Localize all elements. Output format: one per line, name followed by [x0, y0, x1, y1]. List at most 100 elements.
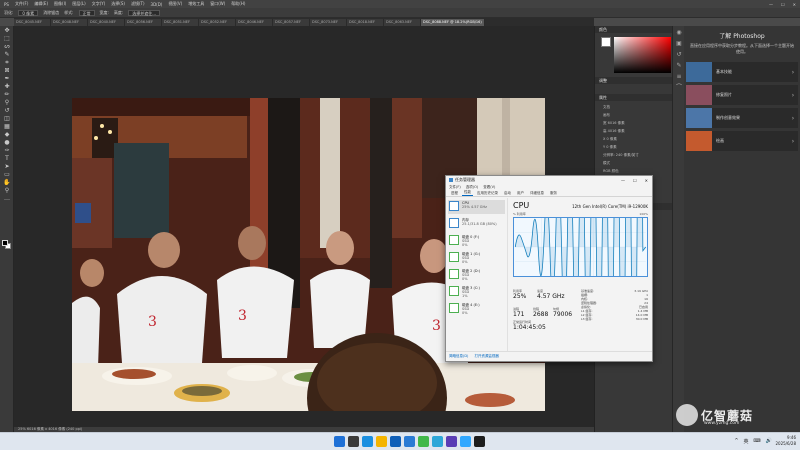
- taskbar-app-icon[interactable]: [474, 436, 485, 447]
- document-tab[interactable]: DSC_8040.NEF: [88, 19, 125, 26]
- tm-menu-item[interactable]: 选项(O): [466, 185, 479, 190]
- taskbar-app-icon[interactable]: [348, 436, 359, 447]
- gradient-tool-icon[interactable]: ▦: [2, 123, 12, 130]
- taskbar-app-icon[interactable]: [362, 436, 373, 447]
- ps-menu-item[interactable]: 滤镜(T): [131, 1, 145, 7]
- document-tab[interactable]: DSC_8048.NEF: [51, 19, 88, 26]
- document-tab[interactable]: DSC_8018.NEF: [347, 19, 384, 26]
- tm-menu-item[interactable]: 查看(V): [483, 185, 495, 190]
- tm-window-control[interactable]: ✕: [645, 178, 648, 183]
- history-icon[interactable]: ↺: [675, 51, 683, 59]
- option-item[interactable]: 高度:: [114, 10, 123, 16]
- quick-select-tool-icon[interactable]: ✎: [2, 51, 12, 58]
- learn-topic-card[interactable]: 修复照片 ›: [686, 85, 798, 105]
- window-control-button[interactable]: ☐: [781, 2, 785, 7]
- foreground-color-swatch[interactable]: [2, 240, 8, 246]
- option-item[interactable]: 宽度:: [100, 10, 109, 16]
- tm-tab[interactable]: 启动: [502, 191, 513, 196]
- document-tab[interactable]: DSC_8088.NEF @ 18.2%(RGB/16): [421, 19, 485, 26]
- tray-icon[interactable]: ^: [734, 438, 738, 445]
- document-tab[interactable]: DSC_8063.NEF: [384, 19, 421, 26]
- learn-topic-card[interactable]: 制作创意效果 ›: [686, 108, 798, 128]
- window-control-button[interactable]: ✕: [793, 2, 796, 7]
- option-item[interactable]: 羽化:: [4, 10, 13, 16]
- document-tab[interactable]: DSC_8045.NEF: [14, 19, 51, 26]
- lasso-tool-icon[interactable]: ᔕ: [2, 43, 12, 50]
- type-tool-icon[interactable]: T: [2, 155, 12, 162]
- dodge-tool-icon[interactable]: ●: [2, 139, 12, 146]
- tm-fewer-details-link[interactable]: 简略信息(D): [449, 354, 468, 359]
- blur-tool-icon[interactable]: ◆: [2, 131, 12, 138]
- tm-resource-item[interactable]: 磁盘 4 (E:) SSD 0%: [448, 302, 505, 316]
- tray-icon[interactable]: 🔊: [766, 438, 772, 445]
- document-tab[interactable]: DSC_8057.NEF: [273, 19, 310, 26]
- taskbar-app-icon[interactable]: [460, 436, 471, 447]
- ps-menu-item[interactable]: 图像(I): [54, 1, 66, 7]
- color-field[interactable]: [614, 37, 671, 73]
- ps-menu-item[interactable]: 文字(Y): [92, 1, 106, 7]
- clone-stamp-icon[interactable]: ⚲: [2, 99, 12, 106]
- eraser-tool-icon[interactable]: ◫: [2, 115, 12, 122]
- tm-tab[interactable]: 性能: [462, 190, 473, 196]
- taskbar-app-icon[interactable]: [376, 436, 387, 447]
- adjust-panel-title[interactable]: 调整: [595, 77, 684, 84]
- marquee-tool-icon[interactable]: ⬚: [2, 35, 12, 42]
- channels-icon[interactable]: ≡: [675, 73, 683, 81]
- tm-resource-item[interactable]: 内存 25.1/31.8 GB (80%): [448, 217, 505, 231]
- tray-icon[interactable]: ⌨: [754, 438, 761, 445]
- paths-icon[interactable]: ⌒: [675, 84, 683, 92]
- ps-menu-item[interactable]: 3D(D): [151, 2, 163, 7]
- document-tab[interactable]: DSC_8056.NEF: [125, 19, 162, 26]
- move-tool-icon[interactable]: ✥: [2, 27, 12, 34]
- option-item[interactable]: 消除锯齿: [43, 10, 59, 16]
- option-item[interactable]: 0 像素: [18, 9, 39, 16]
- fg-bg-mini-swatch[interactable]: [601, 37, 611, 47]
- taskbar-app-icon[interactable]: [432, 436, 443, 447]
- learn-topic-card[interactable]: 基本技能 ›: [686, 62, 798, 82]
- ps-menu-item[interactable]: 图层(L): [72, 1, 85, 7]
- path-select-icon[interactable]: ➤: [2, 163, 12, 170]
- document-tab[interactable]: DSC_8051.NEF: [162, 19, 199, 26]
- history-brush-icon[interactable]: ↺: [2, 107, 12, 114]
- zoom-tool-icon[interactable]: ⚲: [2, 187, 12, 194]
- tray-icon[interactable]: 英: [744, 438, 749, 445]
- crop-tool-icon[interactable]: ⌗: [2, 59, 12, 66]
- ps-menu-item[interactable]: 窗口(W): [210, 1, 225, 7]
- tm-tab[interactable]: 服务: [548, 191, 559, 196]
- pen-tool-icon[interactable]: ✑: [2, 147, 12, 154]
- brush-settings-icon[interactable]: ✎: [675, 62, 683, 70]
- brush-tool-icon[interactable]: ✏: [2, 91, 12, 98]
- tm-tab[interactable]: 进程: [449, 191, 460, 196]
- ps-menu-item[interactable]: 编辑(E): [34, 1, 48, 7]
- learn-panel-icon[interactable]: ◉: [675, 29, 683, 37]
- tm-menu-item[interactable]: 文件(F): [449, 185, 461, 190]
- taskbar-app-icon[interactable]: [446, 436, 457, 447]
- taskbar-app-icon[interactable]: [334, 436, 345, 447]
- tm-tab[interactable]: 详细信息: [528, 191, 546, 196]
- more-tools-icon[interactable]: …: [2, 195, 12, 202]
- libraries-icon[interactable]: ▣: [675, 40, 683, 48]
- tm-resource-item[interactable]: 磁盘 0 (F:) SSD 0%: [448, 234, 505, 248]
- tm-window-control[interactable]: —: [621, 178, 625, 183]
- tm-resource-item[interactable]: CPU 25% 4.57 GHz: [448, 200, 505, 214]
- tm-window-control[interactable]: ☐: [633, 178, 637, 183]
- ps-menu-item[interactable]: 增效工具: [188, 1, 204, 7]
- ps-menu-item[interactable]: 帮助(H): [231, 1, 245, 7]
- learn-topic-card[interactable]: 绘画 ›: [686, 131, 798, 151]
- color-picker[interactable]: [601, 37, 678, 73]
- eyedropper-tool-icon[interactable]: ✒: [2, 75, 12, 82]
- option-item[interactable]: 样式:: [64, 10, 73, 16]
- option-item[interactable]: 正常: [78, 9, 95, 16]
- tm-tab[interactable]: 应用历史记录: [475, 191, 500, 196]
- ps-menu-item[interactable]: 文件(F): [15, 1, 28, 7]
- tm-resource-item[interactable]: 磁盘 2 (D:) SSD 0%: [448, 268, 505, 282]
- tm-tab[interactable]: 用户: [515, 191, 526, 196]
- document-tab[interactable]: DSC_8052.NEF: [199, 19, 236, 26]
- taskbar-app-icon[interactable]: [418, 436, 429, 447]
- tm-resource-item[interactable]: 磁盘 1 (G:) SSD 0%: [448, 251, 505, 265]
- option-item[interactable]: 选择并遮住...: [128, 9, 161, 16]
- ps-menu-item[interactable]: 选择(S): [111, 1, 125, 7]
- frame-tool-icon[interactable]: ⊠: [2, 67, 12, 74]
- props-panel-title[interactable]: 属性: [595, 94, 684, 101]
- window-control-button[interactable]: —: [769, 2, 773, 7]
